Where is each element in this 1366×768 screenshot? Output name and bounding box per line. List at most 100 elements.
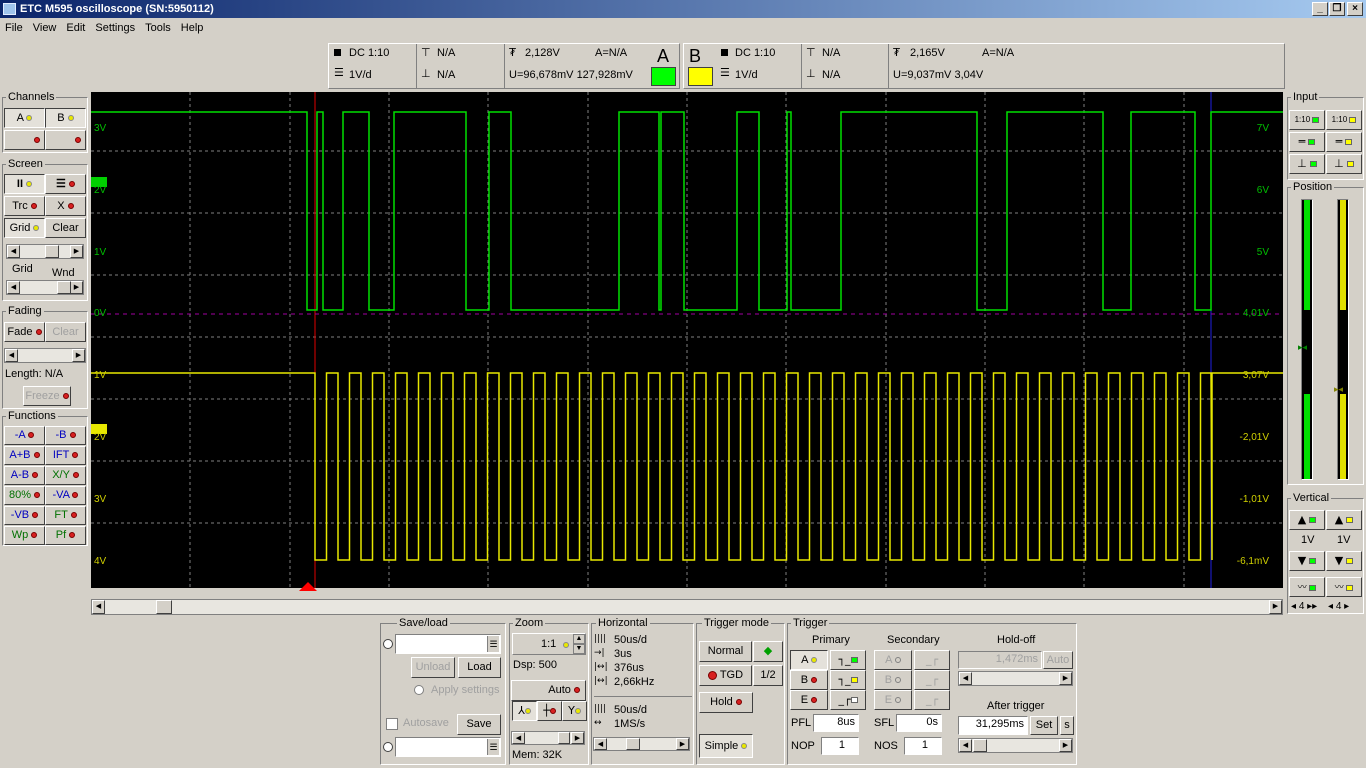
menu-file[interactable]: File [0, 18, 28, 38]
fade-button[interactable]: Fade [4, 322, 45, 342]
half-button[interactable]: 1/2 [753, 665, 783, 686]
holdoff-slider[interactable]: ◀ ▶ [958, 671, 1073, 686]
fn-neg-a-button[interactable]: -A [4, 426, 45, 445]
trigger-auto-icon[interactable]: ◆ [753, 641, 783, 662]
trc-button[interactable]: Trc [4, 196, 45, 216]
autosave-checkbox[interactable] [386, 718, 398, 730]
close-button[interactable]: × [1347, 2, 1363, 16]
nos-field[interactable]: 1 [904, 737, 942, 755]
clear-button[interactable]: Clear [45, 218, 86, 238]
zoom-mode2-button[interactable]: ┼ [537, 701, 562, 721]
secondary-edge1-icon[interactable]: _┌ [914, 650, 950, 670]
menu-tools[interactable]: Tools [140, 18, 176, 38]
zoom-down-arrow[interactable]: ▼ [573, 644, 585, 654]
position-b-slider[interactable]: ▸◂ [1334, 199, 1349, 480]
horizontal-slider[interactable]: ◀ ▶ [593, 737, 690, 751]
zoom-mode1-button[interactable]: ⅄ [512, 701, 537, 721]
channel-a-color-swatch[interactable] [651, 67, 676, 86]
position-b-handle-icon[interactable]: ▸◂ [1334, 384, 1343, 395]
fn-ft-button[interactable]: FT [45, 506, 86, 525]
primary-a-button[interactable]: A [790, 650, 828, 670]
persist-button[interactable]: ☰ [45, 174, 86, 194]
freeze-button[interactable]: Freeze [23, 386, 71, 406]
zoom-slider[interactable]: ◀ ▶ [511, 731, 585, 745]
vertical-a-wave-button[interactable]: 〰 [1289, 577, 1325, 597]
position-a-slider[interactable]: ▸◂ [1298, 199, 1313, 480]
primary-b-button[interactable]: B [790, 670, 828, 690]
secondary-edge3-icon[interactable]: _┌ [914, 690, 950, 710]
menu-view[interactable]: View [28, 18, 62, 38]
apply-settings-radio[interactable] [414, 685, 424, 695]
primary-rising-edge-icon[interactable]: ┐_ [830, 650, 866, 670]
after-trigger-slider[interactable]: ◀ ▶ [958, 738, 1073, 753]
fade-clear-button[interactable]: Clear [45, 322, 86, 342]
holdoff-field[interactable]: 1,472ms [958, 651, 1042, 669]
simple-button[interactable]: Simple [699, 734, 753, 758]
channel-b-sub-button[interactable] [45, 130, 86, 150]
scope-display[interactable]: 3V 2V 1V 0V 1V 2V 3V 4V 7V 6V 5V 4,01V 3… [91, 92, 1283, 591]
x-button[interactable]: X [45, 196, 86, 216]
menu-help[interactable]: Help [176, 18, 209, 38]
unload-button[interactable]: Unload [411, 657, 455, 678]
menu-settings[interactable]: Settings [90, 18, 140, 38]
load-file-field[interactable]: ☰ [395, 634, 501, 654]
minimize-button[interactable]: _ [1312, 2, 1328, 16]
load-radio[interactable] [383, 639, 393, 649]
zoom-up-arrow[interactable]: ▲ [573, 634, 585, 644]
secondary-b-button[interactable]: B [874, 670, 912, 690]
after-trigger-field[interactable]: 31,295ms [958, 716, 1028, 735]
fn-wp-button[interactable]: Wp [4, 526, 45, 545]
fn-a-plus-b-button[interactable]: A+B [4, 446, 45, 465]
vertical-b-down-button[interactable]: ▼ [1326, 551, 1362, 571]
tgd-button[interactable]: TGD [699, 665, 752, 686]
input-b-dc-button[interactable]: ═ [1326, 132, 1362, 152]
menu-edit[interactable]: Edit [61, 18, 90, 38]
fading-slider[interactable]: ◀ ▶ [4, 348, 86, 363]
save-file-field[interactable]: ☰ [395, 737, 501, 757]
input-a-gnd-button[interactable]: ⊥ [1289, 154, 1325, 174]
after-trigger-s-button[interactable]: s [1060, 716, 1074, 735]
channel-b-color-swatch[interactable] [688, 67, 713, 86]
hold-button[interactable]: Hold [699, 692, 753, 713]
vertical-a-down-button[interactable]: ▼ [1289, 551, 1325, 571]
vertical-b-wave-button[interactable]: 〰 [1326, 577, 1362, 597]
vertical-a-up-button[interactable]: ▲ [1289, 510, 1325, 530]
nop-field[interactable]: 1 [821, 737, 859, 755]
wnd-slider[interactable]: ◀ ▶ [6, 280, 84, 295]
secondary-e-button[interactable]: E [874, 690, 912, 710]
holdoff-auto-button[interactable]: Auto [1043, 651, 1073, 669]
fn-neg-b-button[interactable]: -B [45, 426, 86, 445]
primary-falling-edge-icon[interactable]: ┐_ [830, 670, 866, 690]
fn-ift-button[interactable]: IFT [45, 446, 86, 465]
input-a-dc-button[interactable]: ═ [1289, 132, 1325, 152]
input-a-ratio-button[interactable]: 1:10 [1289, 110, 1325, 130]
fn-neg-vb-button[interactable]: -VB [4, 506, 45, 525]
pfl-field[interactable]: 8us [813, 714, 859, 732]
channel-b-button[interactable]: B [45, 108, 86, 128]
input-b-ratio-button[interactable]: 1:10 [1326, 110, 1362, 130]
vertical-a-steps[interactable]: ◂ 4 ▸▸ [1291, 601, 1317, 612]
fn-80pct-button[interactable]: 80% [4, 486, 45, 505]
vertical-b-steps[interactable]: ◂ 4 ▸ [1328, 601, 1349, 612]
secondary-edge2-icon[interactable]: _┌ [914, 670, 950, 690]
vertical-b-up-button[interactable]: ▲ [1326, 510, 1362, 530]
fn-xy-button[interactable]: X/Y [45, 466, 86, 485]
primary-ext-edge-icon[interactable]: _┌ [830, 690, 866, 710]
position-a-handle-icon[interactable]: ▸◂ [1298, 342, 1307, 353]
normal-button[interactable]: Normal [699, 641, 752, 662]
fn-pf-button[interactable]: Pf [45, 526, 86, 545]
zoom-auto-button[interactable]: Auto [511, 680, 586, 701]
fn-a-minus-b-button[interactable]: A-B [4, 466, 45, 485]
grid-slider[interactable]: ◀ ▶ [6, 244, 84, 259]
fn-neg-va-button[interactable]: -VA [45, 486, 86, 505]
time-scrollbar[interactable]: ◀ ▶ [91, 599, 1283, 615]
primary-e-button[interactable]: E [790, 690, 828, 710]
save-button[interactable]: Save [457, 714, 501, 735]
zoom-spinner[interactable]: 1:1 ▲ ▼ [512, 633, 586, 655]
after-trigger-set-button[interactable]: Set [1030, 716, 1058, 735]
zoom-mode3-button[interactable]: Y [562, 701, 587, 721]
trigger-position-marker[interactable] [299, 582, 317, 591]
channel-a-button[interactable]: A [4, 108, 45, 128]
pause-button[interactable]: II [4, 174, 45, 194]
sfl-field[interactable]: 0s [896, 714, 942, 732]
